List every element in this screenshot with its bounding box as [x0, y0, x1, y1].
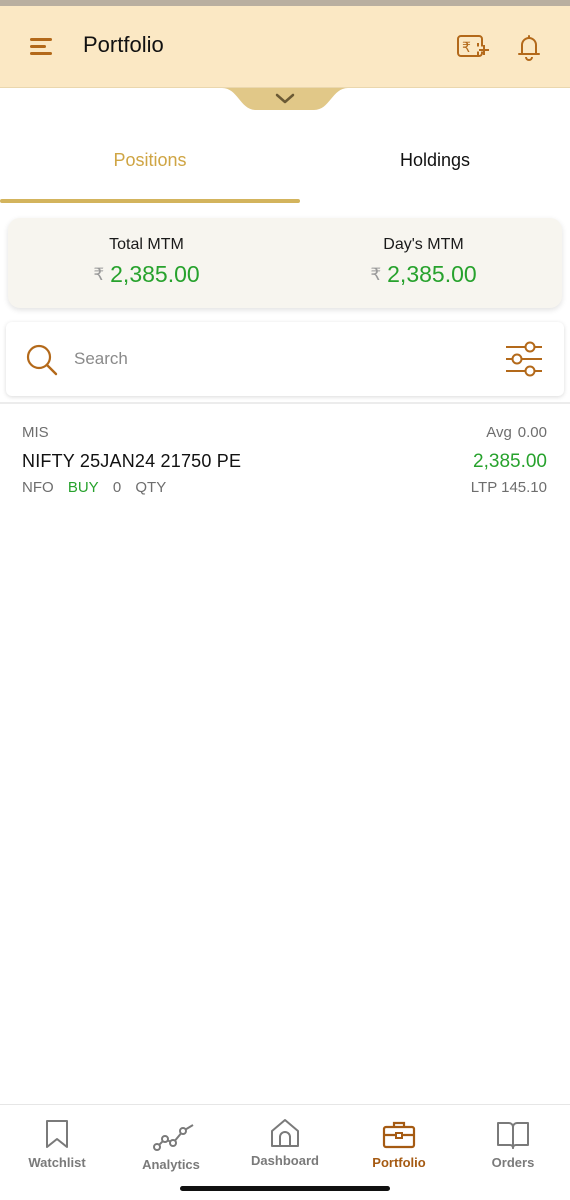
page-title: Portfolio: [83, 32, 164, 57]
total-mtm: Total MTM ₹2,385.00: [8, 218, 285, 308]
avg-value: 0.00: [517, 424, 547, 441]
search-icon: [26, 344, 58, 376]
nav-dashboard[interactable]: Dashboard: [228, 1105, 342, 1185]
search-input[interactable]: [74, 344, 474, 374]
nav-label: Dashboard: [251, 1153, 319, 1168]
add-funds-icon[interactable]: ₹: [456, 30, 490, 64]
rupee-icon: ₹: [93, 264, 105, 284]
exchange-label: NFO: [22, 479, 54, 496]
avg-price: Avg 0.00: [486, 424, 547, 441]
menu-icon-line: [30, 52, 52, 55]
ltp: LTP 145.10: [471, 479, 547, 496]
home-icon: [271, 1119, 299, 1147]
menu-icon-line: [30, 38, 52, 41]
day-mtm-label: Day's MTM: [383, 236, 464, 253]
menu-button[interactable]: [24, 32, 60, 62]
position-row[interactable]: MIS Avg 0.00 NIFTY 25JAN24 21750 PE 2,385…: [0, 414, 570, 506]
tab-positions[interactable]: Positions: [0, 118, 300, 204]
bell-icon[interactable]: [512, 30, 546, 64]
nav-watchlist[interactable]: Watchlist: [0, 1105, 114, 1185]
nav-label: Watchlist: [28, 1155, 86, 1170]
analytics-icon: [153, 1124, 194, 1151]
nav-analytics[interactable]: Analytics: [114, 1105, 228, 1185]
avg-label: Avg: [486, 424, 512, 441]
book-icon: [497, 1122, 529, 1149]
position-pnl: 2,385.00: [473, 451, 547, 472]
day-mtm-value: 2,385.00: [387, 261, 477, 287]
collapse-handle[interactable]: [222, 88, 348, 112]
home-indicator: [180, 1186, 390, 1191]
ltp-label: LTP: [470, 479, 497, 496]
nav-label: Portfolio: [372, 1155, 426, 1170]
product-type: MIS: [22, 424, 49, 441]
active-tab-indicator: [0, 199, 300, 203]
bookmark-icon: [46, 1120, 68, 1148]
nav-portfolio[interactable]: Portfolio: [342, 1105, 456, 1185]
briefcase-icon: [382, 1121, 416, 1149]
instrument-symbol: NIFTY 25JAN24 21750 PE: [22, 451, 242, 471]
filter-icon[interactable]: [504, 340, 544, 378]
portfolio-tabs: Positions Holdings: [0, 118, 570, 204]
menu-icon-line: [30, 45, 46, 48]
side-label: BUY: [67, 479, 99, 496]
mtm-summary-card: Total MTM ₹2,385.00 Day's MTM ₹2,385.00: [8, 218, 562, 308]
qty-label: QTY: [135, 479, 167, 496]
total-mtm-value: 2,385.00: [110, 261, 200, 287]
svg-text:₹: ₹: [462, 40, 471, 56]
search-bar: [6, 322, 564, 396]
day-mtm: Day's MTM ₹2,385.00: [285, 218, 562, 308]
app-header: Portfolio ₹: [0, 6, 570, 88]
total-mtm-label: Total MTM: [109, 236, 184, 253]
nav-orders[interactable]: Orders: [456, 1105, 570, 1185]
nav-label: Analytics: [142, 1157, 200, 1172]
position-meta: NFO BUY 0 QTY: [22, 479, 176, 496]
divider: [0, 402, 570, 404]
qty-value: 0: [112, 479, 122, 496]
tab-holdings[interactable]: Holdings: [300, 118, 570, 204]
nav-label: Orders: [491, 1155, 535, 1170]
ltp-value: 145.10: [501, 479, 547, 496]
rupee-icon: ₹: [370, 264, 382, 284]
